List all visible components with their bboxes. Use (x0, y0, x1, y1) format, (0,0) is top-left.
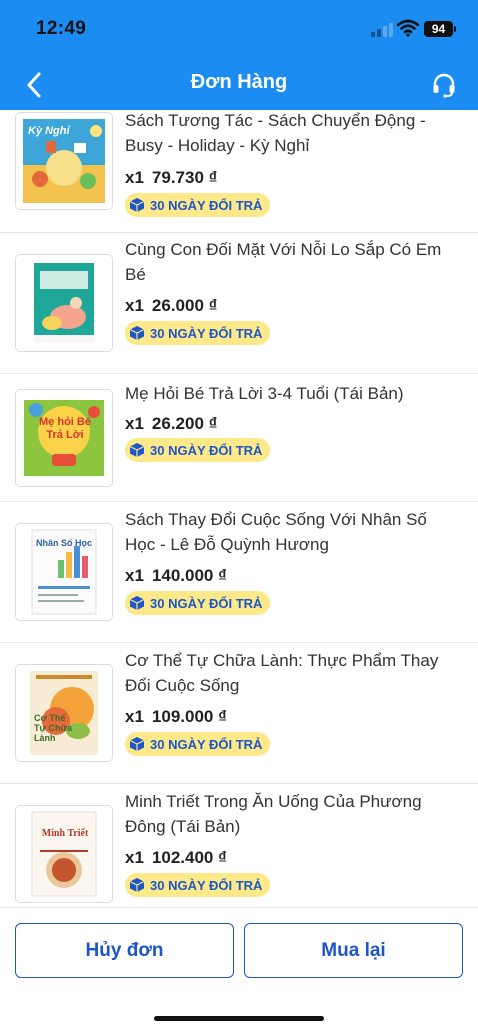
cover-title: Minh Triết (41, 828, 89, 839)
battery-tip (454, 26, 456, 32)
badge-label: 30 NGÀY ĐỔI TRẢ (150, 877, 263, 893)
item-title: Mẹ Hỏi Bé Trả Lời 3-4 Tuổi (Tái Bản) (125, 384, 404, 403)
box-return-icon (129, 737, 145, 751)
support-button[interactable] (428, 70, 460, 100)
badge-label: 30 NGÀY ĐỔI TRẢ (150, 442, 263, 458)
order-item[interactable]: Minh Triết Minh Triết Trong Ăn Uống Của … (0, 784, 478, 907)
box-return-icon (129, 326, 145, 340)
cover-title: Mẹ hỏi Bé Trả Lời (39, 416, 91, 441)
item-quantity: x1 (125, 566, 144, 585)
rebuy-button[interactable]: Mua lại (244, 923, 463, 978)
book-cover-image (15, 254, 113, 352)
order-item[interactable]: Nhân Số Học Sách Thay Đổi Cuộc Sống Với … (0, 502, 478, 643)
cover-title: Kỳ Nghỉ (28, 125, 70, 137)
book-cover-image: Mẹ hỏi Bé Trả Lời (15, 389, 113, 487)
badge-label: 30 NGÀY ĐỔI TRẢ (150, 736, 263, 752)
item-qty-price: x1 26.200 ₫ (125, 414, 217, 434)
item-price: 26.200 ₫ (151, 414, 218, 433)
book-cover-image: Nhân Số Học (15, 523, 113, 621)
item-price: 79.730 ₫ (151, 168, 218, 187)
badge-label: 30 NGÀY ĐỔI TRẢ (150, 325, 263, 341)
headset-icon (433, 73, 455, 98)
book-cover-image: Kỳ Nghỉ (15, 112, 113, 210)
app-header: 12:49 94 Đơn Hàng (0, 0, 478, 110)
return-policy-badge: 30 NGÀY ĐỔI TRẢ (125, 438, 271, 462)
box-return-icon (129, 596, 145, 610)
item-quantity: x1 (125, 707, 144, 726)
status-time: 12:49 (36, 18, 87, 39)
item-price: 102.400 ₫ (151, 848, 227, 867)
item-quantity: x1 (125, 296, 144, 315)
item-title: Sách Thay Đổi Cuộc Sống Với Nhân Số Học … (125, 510, 427, 554)
order-item[interactable]: Cùng Con Đối Mặt Với Nỗi Lo Sắp Có Em Bé… (0, 233, 478, 374)
box-return-icon (129, 443, 145, 457)
item-price: 109.000 ₫ (151, 707, 227, 726)
home-indicator[interactable] (154, 1016, 324, 1021)
book-cover-image: Cơ Thể Tự Chữa Lành (15, 664, 113, 762)
item-qty-price: x1 109.000 ₫ (125, 707, 227, 727)
item-price: 26.000 ₫ (151, 296, 218, 315)
order-item[interactable]: Mẹ hỏi Bé Trả Lời Mẹ Hỏi Bé Trả Lời 3-4 … (0, 374, 478, 502)
item-qty-price: x1 79.730 ₫ (125, 168, 217, 188)
return-policy-badge: 30 NGÀY ĐỔI TRẢ (125, 873, 271, 897)
item-title: Minh Triết Trong Ăn Uống Của Phương Đông… (125, 792, 422, 836)
cover-title: Cơ Thể Tự Chữa Lành (34, 713, 73, 743)
order-actions-bar: Hủy đơn Mua lại (0, 907, 478, 1034)
item-title: Cơ Thể Tự Chữa Lành: Thực Phẩm Thay Đổi … (125, 651, 439, 695)
badge-label: 30 NGÀY ĐỔI TRẢ (150, 595, 263, 611)
cover-title: Nhân Số Học (36, 538, 93, 548)
item-qty-price: x1 26.000 ₫ (125, 296, 217, 316)
cellular-signal-icon (371, 22, 393, 37)
return-policy-badge: 30 NGÀY ĐỔI TRẢ (125, 193, 271, 217)
item-qty-price: x1 140.000 ₫ (125, 566, 227, 586)
return-policy-badge: 30 NGÀY ĐỔI TRẢ (125, 732, 271, 756)
return-policy-badge: 30 NGÀY ĐỔI TRẢ (125, 321, 271, 345)
item-title: Cùng Con Đối Mặt Với Nỗi Lo Sắp Có Em Bé (125, 240, 442, 284)
item-price: 140.000 ₫ (151, 566, 227, 585)
battery-indicator: 94 (424, 21, 453, 37)
order-item[interactable]: Cơ Thể Tự Chữa Lành Cơ Thể Tự Chữa Lành:… (0, 643, 478, 784)
badge-label: 30 NGÀY ĐỔI TRẢ (150, 197, 263, 213)
cancel-order-button[interactable]: Hủy đơn (15, 923, 234, 978)
book-cover-image: Minh Triết (15, 805, 113, 903)
item-qty-price: x1 102.400 ₫ (125, 848, 227, 868)
order-item-list[interactable]: Kỳ Nghỉ Sách Tương Tác - Sách Chuyển Độn… (0, 110, 478, 907)
item-quantity: x1 (125, 848, 144, 867)
item-quantity: x1 (125, 414, 144, 433)
page-title: Đơn Hàng (190, 71, 288, 93)
box-return-icon (129, 878, 145, 892)
box-return-icon (129, 198, 145, 212)
item-quantity: x1 (125, 168, 144, 187)
item-title: Sách Tương Tác - Sách Chuyển Động - Busy… (125, 111, 426, 155)
wifi-icon (397, 19, 419, 37)
return-policy-badge: 30 NGÀY ĐỔI TRẢ (125, 591, 271, 615)
order-item[interactable]: Kỳ Nghỉ Sách Tương Tác - Sách Chuyển Độn… (0, 110, 478, 233)
